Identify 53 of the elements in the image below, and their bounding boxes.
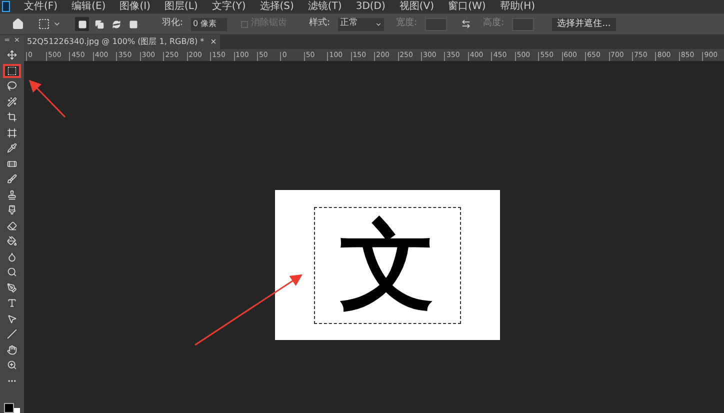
menu-item[interactable]: 窗口(W) [448,2,486,12]
paintbrush-icon [7,205,17,215]
document-title: 52Q51226340.jpg @ 100% (图层 1, RGB/8) * [27,38,204,46]
menu-item[interactable]: 视图(V) [399,2,434,12]
selection-mode-button[interactable] [75,17,89,31]
stamp-icon [7,190,17,200]
brush-icon [7,174,17,184]
caret-icon[interactable] [53,20,61,28]
magic-wand-icon [7,96,17,106]
annotation-arrow [28,80,66,118]
height-label: 高度: [483,17,504,30]
tab-close-button[interactable]: × [210,38,217,46]
eyedropper-icon [7,143,17,153]
frame-icon [7,128,17,138]
lasso-icon [7,81,17,91]
pointer-icon [7,314,17,324]
caret-icon [375,20,382,28]
line-icon [7,329,17,339]
character-glyph: 文 [340,217,436,313]
home-icon[interactable] [12,18,24,30]
type-icon [7,298,17,308]
paint-bucket-icon [7,236,17,246]
menu-item[interactable]: 图层(L) [164,2,198,12]
menu-item[interactable]: 滤镜(T) [308,2,342,12]
zoom-icon [7,360,17,370]
pen-icon [7,282,17,292]
select-and-mask-button[interactable]: 选择并遮住... [552,18,616,30]
menu-item[interactable]: 编辑(E) [72,2,106,12]
feather-label: 羽化: [162,17,184,30]
style-label: 样式: [309,17,330,30]
menu-item[interactable]: 文字(Y) [212,2,246,12]
marquee-icon [7,66,17,76]
menu-item[interactable]: 文件(F) [24,2,58,12]
move-icon [7,50,17,60]
crop-icon [7,112,17,122]
width-label: 宽度: [396,17,418,30]
marquee-icon[interactable] [38,18,50,30]
menu-item[interactable]: 选择(S) [260,2,294,12]
bandage-icon [7,158,17,168]
menu-item[interactable]: 3D(D) [356,2,386,12]
width-field[interactable] [425,18,448,30]
height-field[interactable] [512,18,534,30]
document-tab[interactable]: 52Q51226340.jpg @ 100% (图层 1, RGB/8) * × [24,35,220,49]
hand-icon [7,344,17,354]
menu-item[interactable]: 帮助(H) [500,2,536,12]
swap-icon[interactable] [461,19,472,29]
feather-field[interactable]: 0 像素 [191,18,228,30]
style-select[interactable]: 正常 [338,18,384,30]
eraser-icon [7,220,17,230]
tool-button[interactable] [3,64,21,78]
menu-item[interactable]: 图像(I) [120,2,150,12]
app-logo-icon [2,1,10,12]
droplet-icon [7,252,17,262]
